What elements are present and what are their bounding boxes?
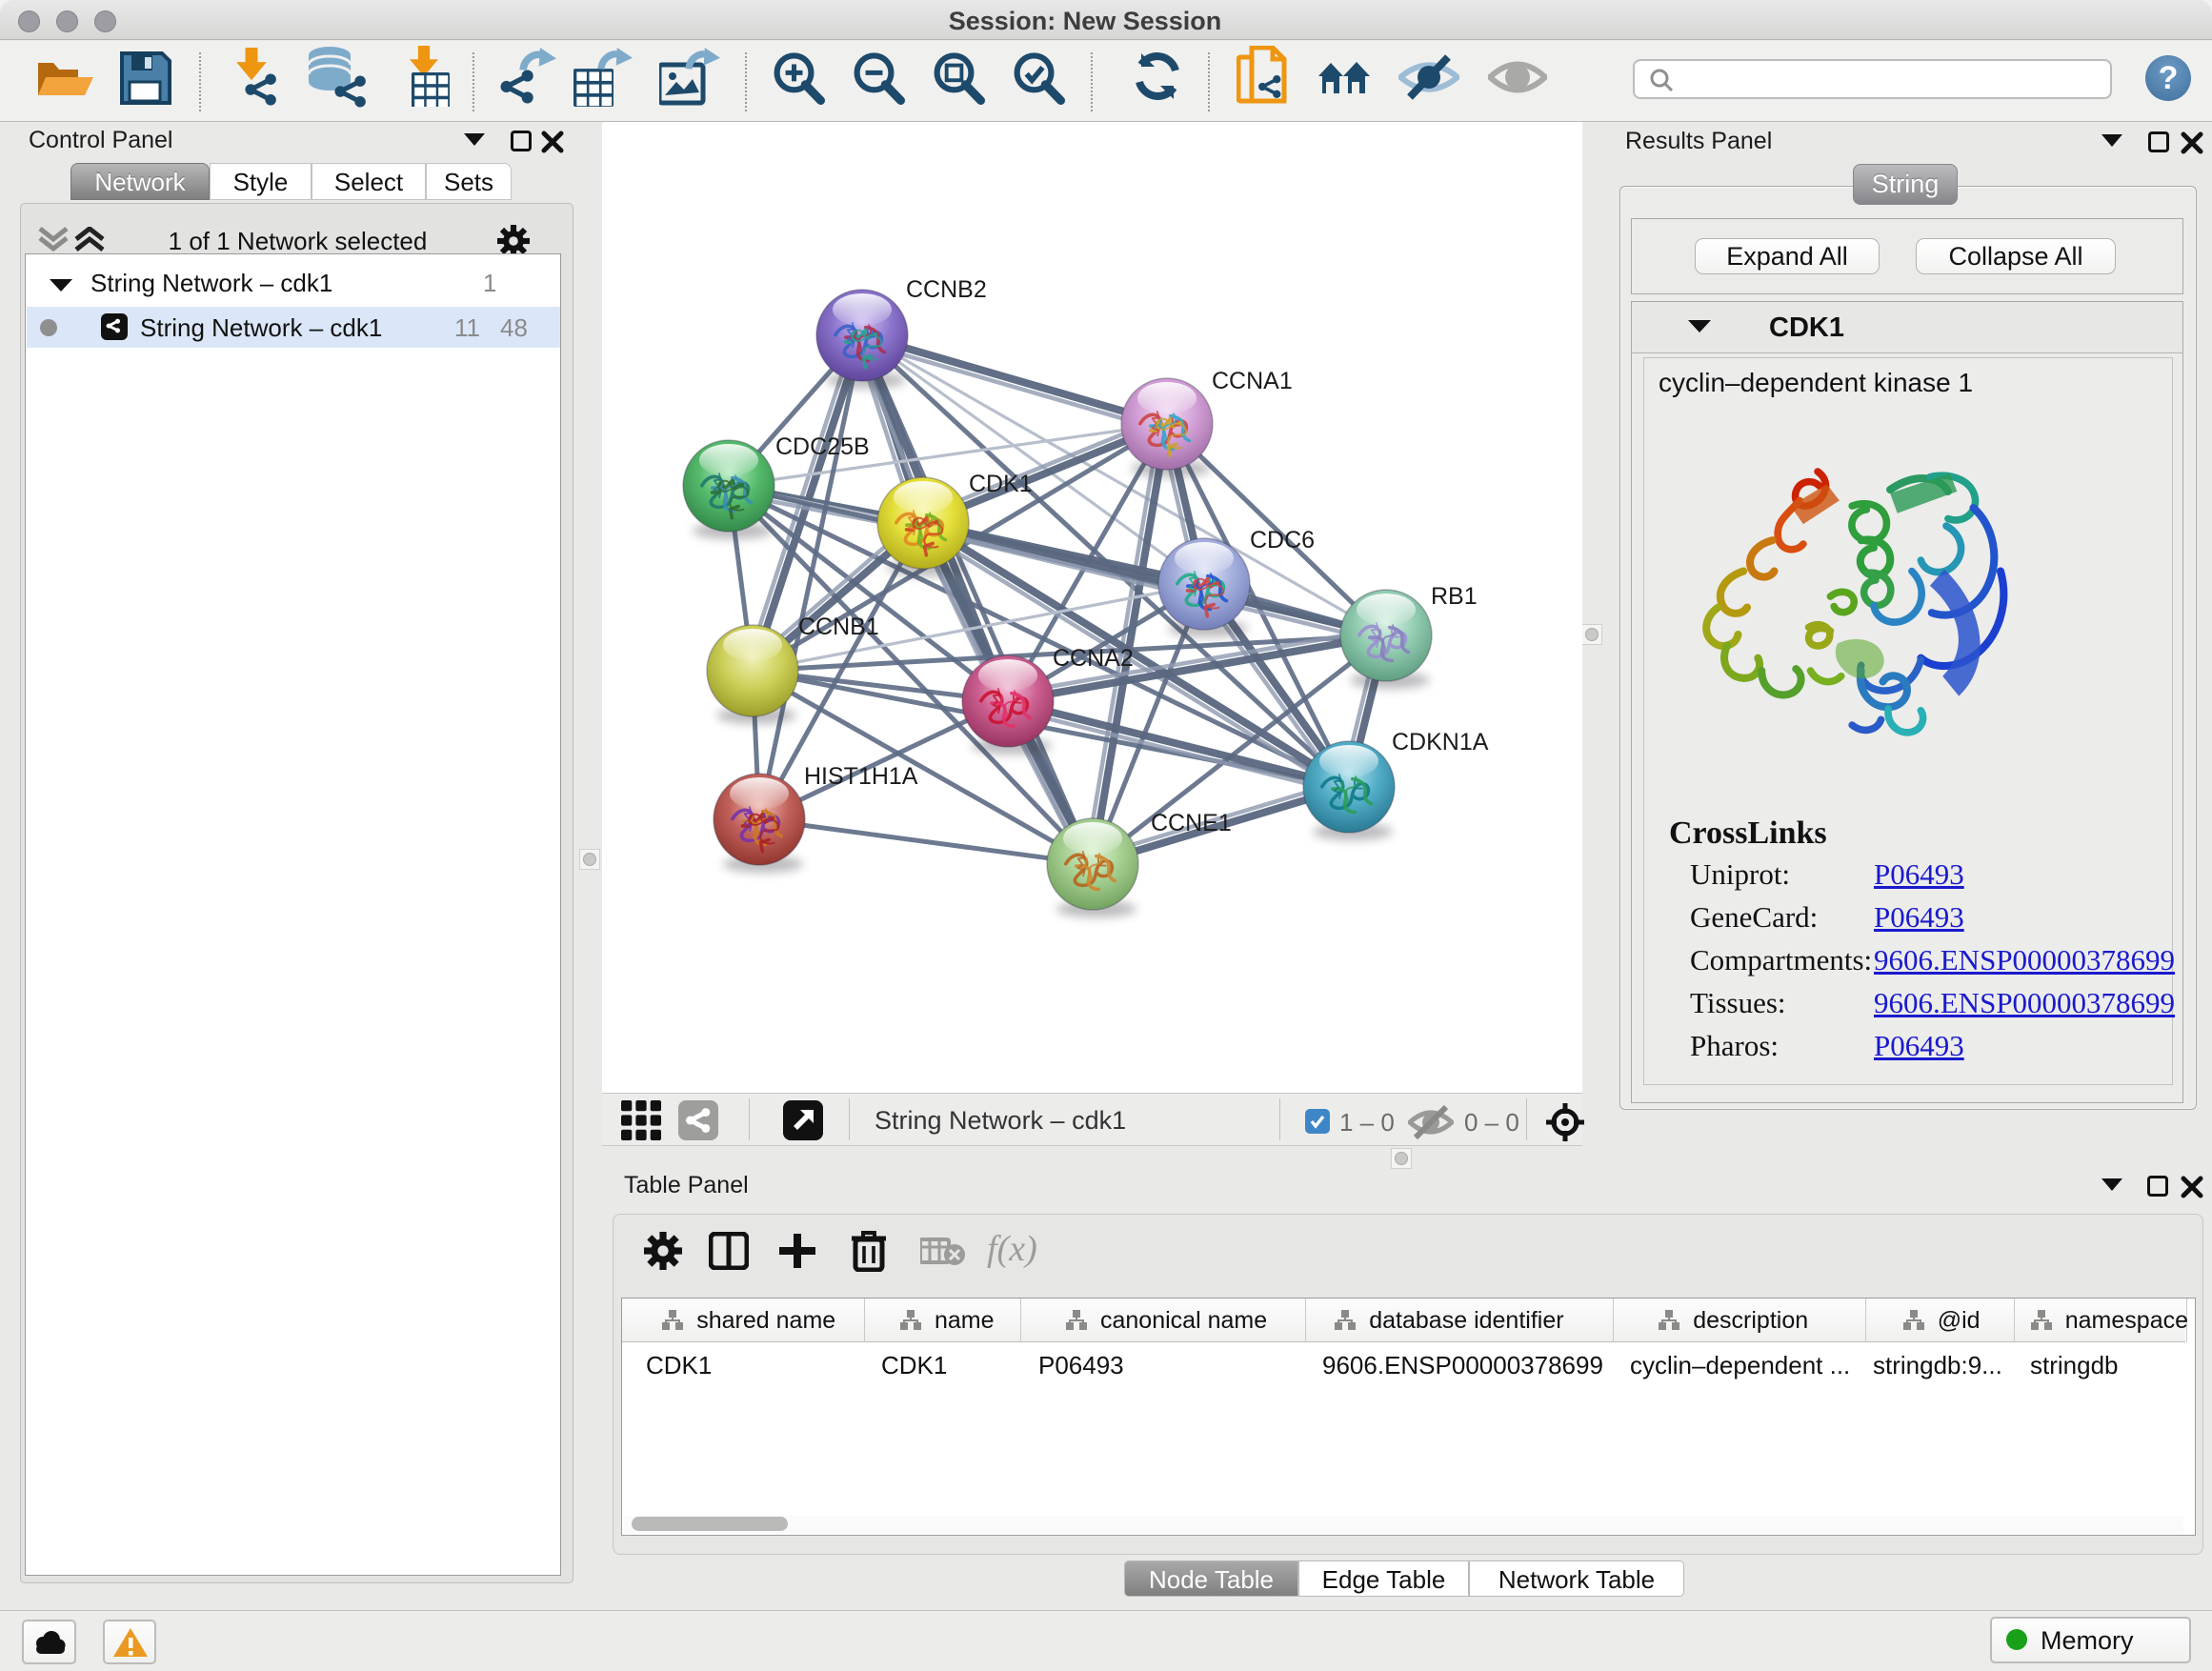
svg-text:CCNB1: CCNB1 xyxy=(798,614,879,640)
svg-text:CCNA2: CCNA2 xyxy=(1053,645,1134,672)
svg-text:RB1: RB1 xyxy=(1431,583,1478,610)
svg-text:CCNA1: CCNA1 xyxy=(1212,368,1293,394)
svg-text:HIST1H1A: HIST1H1A xyxy=(804,763,918,790)
svg-text:CDK1: CDK1 xyxy=(969,471,1033,497)
svg-text:CCNE1: CCNE1 xyxy=(1151,810,1232,836)
svg-text:CDC6: CDC6 xyxy=(1250,527,1315,554)
svg-text:CDKN1A: CDKN1A xyxy=(1392,729,1489,755)
svg-text:CCNB2: CCNB2 xyxy=(906,276,987,303)
svg-text:CDC25B: CDC25B xyxy=(775,433,870,460)
